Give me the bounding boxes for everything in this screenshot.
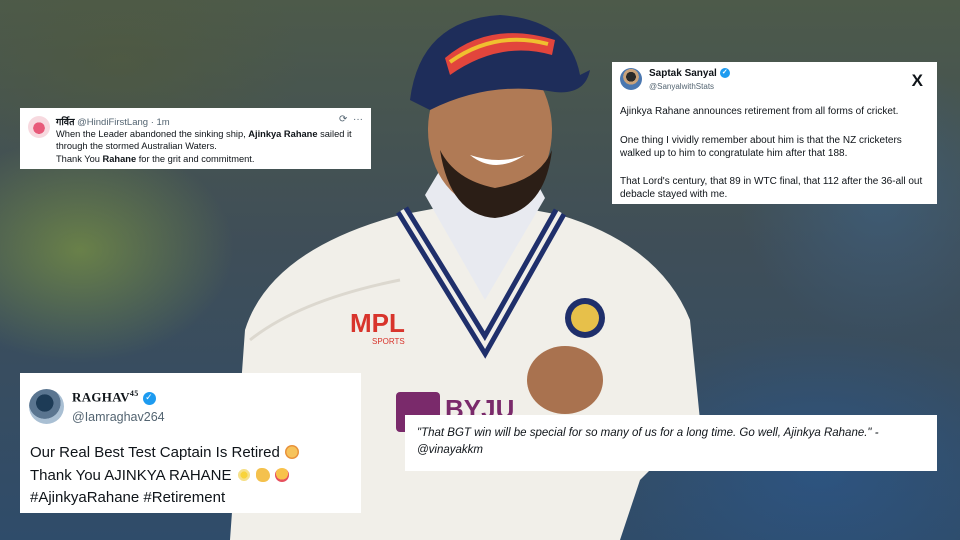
tweet-line: Thank You AJINKYA RAHANE [30, 467, 289, 484]
tweet-text-bold: Ajinkya Rahane [248, 129, 318, 139]
smiling-face-hearts-emoji-icon [274, 468, 289, 482]
x-logo-icon[interactable]: X [912, 71, 923, 91]
avatar[interactable] [620, 68, 642, 90]
handle[interactable]: @HindiFirstLang · 1m [77, 117, 170, 128]
pinched-hand-emoji-icon [255, 468, 270, 482]
tweet-text-part: sailed it [317, 129, 352, 139]
quote-attribution[interactable]: @vinayakkm [417, 444, 483, 456]
verified-badge-icon: ✓ [142, 391, 156, 405]
verified-badge-icon: ✓ [719, 68, 730, 79]
tweet-line-text: Our Real Best Test Captain Is Retired [30, 444, 280, 461]
handle[interactable]: @Iamraghav264 [72, 410, 165, 424]
tweet-line-text: Thank You AJINKYA RAHANE [30, 467, 232, 484]
display-name-text[interactable]: Saptak Sanyal [649, 68, 717, 79]
more-horizontal-icon[interactable]: ··· [353, 114, 363, 125]
display-name[interactable]: Saptak Sanyal ✓ [649, 68, 730, 79]
tweet-paragraph: One thing I vividly remember about him i… [620, 135, 902, 159]
refresh-icon[interactable]: ⟳ [339, 114, 347, 125]
tweet-line: Our Real Best Test Captain Is Retired [30, 444, 299, 461]
sun-emoji-icon [236, 468, 251, 482]
jersey-mpl-sub: SPORTS [372, 337, 405, 346]
quote-body: "That BGT win will be special for so man… [417, 427, 879, 439]
tweet-hashtags[interactable]: #AjinkyaRahane #Retirement [30, 489, 225, 506]
pleading-face-emoji-icon [284, 445, 299, 459]
tweet-card-hindifirstlang[interactable]: गर्वित @HindiFirstLang · 1m ⟳ ··· When t… [20, 108, 371, 169]
tweet-card-raghav[interactable]: RAGHAV45 ✓ @Iamraghav264 Our Real Best Te… [20, 373, 361, 513]
quote-text: "That BGT win will be special for so man… [417, 425, 925, 459]
tweet-text-part: When the Leader abandoned the sinking sh… [56, 129, 249, 139]
tweet-tools: ⟳ ··· [339, 114, 363, 125]
quote-card-vinayakkm: "That BGT win will be special for so man… [405, 415, 937, 471]
tweet-text-part: for the grit and commitment. [136, 153, 255, 164]
avatar[interactable] [29, 389, 64, 424]
tweet-header: गर्वित @HindiFirstLang · 1m [56, 115, 170, 128]
jersey-mpl-logo: MPL [350, 308, 405, 338]
tweet-text: When the Leader abandoned the sinking sh… [56, 128, 352, 165]
display-name[interactable]: RAGHAV45 ✓ [72, 389, 156, 405]
tweet-text-part: Thank You [56, 153, 103, 164]
avatar[interactable] [28, 116, 50, 138]
tweet-text-line: through the stormed Australian Waters. [56, 141, 217, 152]
display-name[interactable]: गर्वित [56, 117, 75, 128]
display-name-superscript: 45 [129, 389, 139, 398]
tweet-paragraph: Ajinkya Rahane announces retirement from… [620, 106, 899, 117]
tweet-text-bold: Rahane [102, 153, 137, 164]
tweet-card-saptak-sanyal[interactable]: Saptak Sanyal ✓ @SanyalwithStats X Ajinky… [612, 62, 937, 204]
display-name-text[interactable]: RAGHAV [72, 389, 130, 404]
handle[interactable]: @SanyalwithStats [649, 82, 714, 91]
tweet-paragraph: That Lord's century, that 89 in WTC fina… [620, 176, 923, 200]
